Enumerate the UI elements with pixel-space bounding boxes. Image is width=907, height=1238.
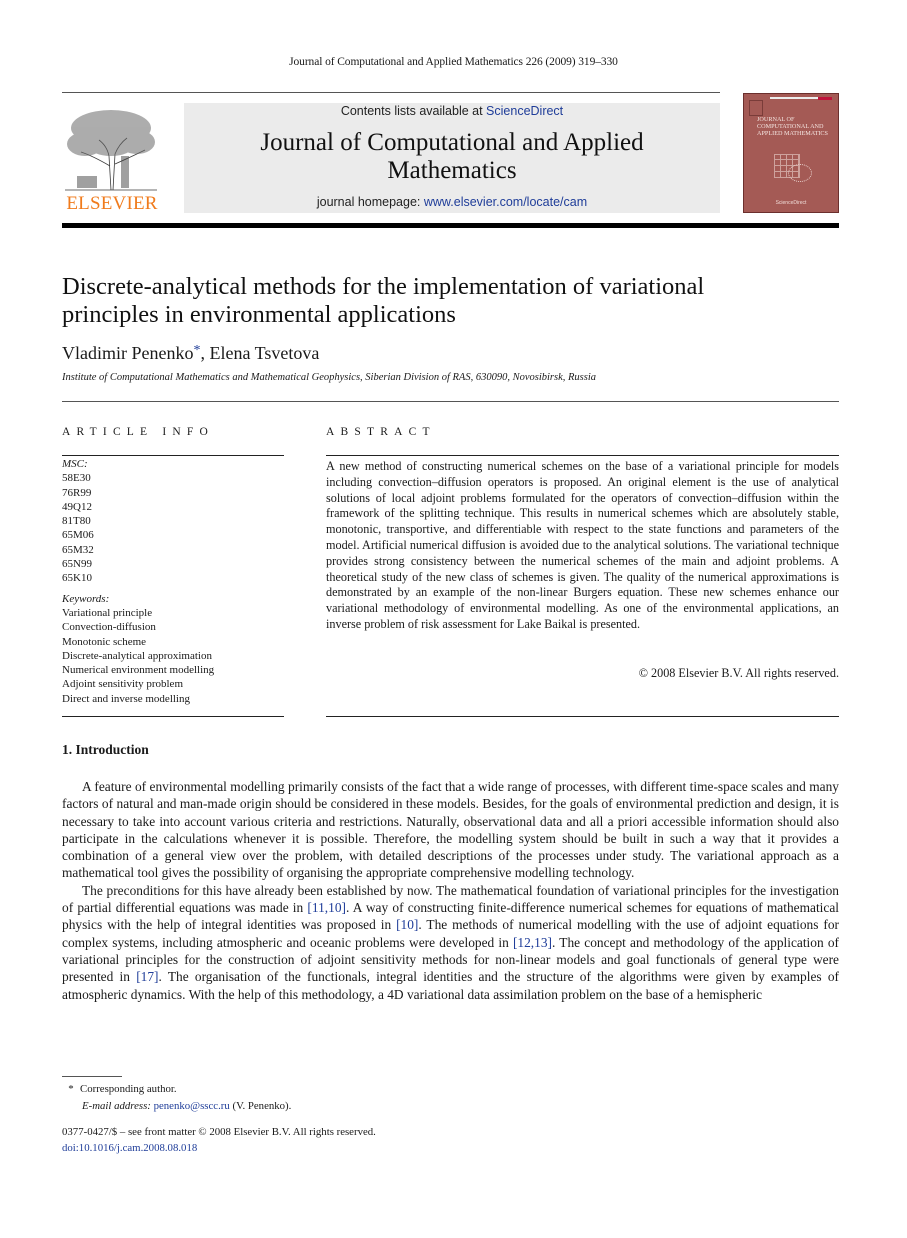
citation-link[interactable]: [11,10] [307, 900, 346, 915]
homepage-prefix: journal homepage: [316, 195, 424, 209]
journal-cover-image[interactable]: JOURNAL OF COMPUTATIONAL AND APPLIED MAT… [743, 93, 839, 213]
cover-elsevier-logo-icon [749, 100, 763, 116]
paragraph: The preconditions for this have already … [62, 882, 839, 1003]
author-list: Vladimir Penenko*, Elena Tsvetova [62, 343, 319, 364]
citation-link[interactable]: [12,13] [513, 935, 552, 950]
msc-code: 76R99 [62, 486, 92, 499]
section-heading-introduction: 1. Introduction [62, 742, 149, 757]
author-penenko[interactable]: Vladimir Penenko [62, 343, 193, 363]
article-info-rule [62, 455, 284, 456]
footnote-rule [62, 1076, 122, 1077]
keyword: Monotonic scheme [62, 635, 147, 648]
author-tsvetova[interactable]: Elena Tsvetova [209, 343, 319, 363]
masthead-top-rule [62, 92, 720, 93]
abstract-copyright: © 2008 Elsevier B.V. All rights reserved… [638, 666, 839, 680]
cover-swirl-icon [788, 164, 812, 182]
msc-code: 65M06 [62, 529, 94, 542]
front-matter-text: 0377-0427/$ – see front matter © 2008 El… [62, 1126, 376, 1138]
sciencedirect-link[interactable]: ScienceDirect [486, 104, 563, 118]
elsevier-tree-logo-icon [63, 106, 159, 192]
elsevier-logo-text[interactable]: ELSEVIER [62, 193, 162, 215]
keyword: Numerical environment modelling [62, 664, 215, 677]
keyword: Variational principle [62, 606, 153, 619]
msc-code: 65N99 [62, 558, 92, 571]
article-title-line2: principles in environmental applications [62, 301, 456, 328]
email-suffix: (V. Penenko). [229, 1100, 292, 1112]
article-title-line1: Discrete-analytical methods for the impl… [62, 273, 705, 300]
keyword: Adjoint sensitivity problem [62, 678, 183, 691]
keyword: Convection-diffusion [62, 621, 156, 634]
msc-code: 65K10 [62, 572, 92, 585]
cover-footer: ScienceDirect [775, 200, 807, 206]
citation-link[interactable]: [10] [396, 917, 418, 932]
keywords-label: Keywords: [62, 592, 110, 605]
contents-line: Contents lists available at ScienceDirec… [184, 104, 720, 118]
article-title: Discrete-analytical methods for the impl… [62, 273, 842, 329]
contents-prefix: Contents lists available at [340, 104, 487, 118]
running-head: Journal of Computational and Applied Mat… [289, 56, 618, 68]
abstract-text: A new method of constructing numerical s… [326, 459, 839, 631]
email-label: E-mail address: [82, 1100, 151, 1112]
article-info-heading: ARTICLE INFO [62, 426, 214, 438]
footnote-email: E-mail address: penenko@sscc.ru (V. Pene… [62, 1098, 291, 1115]
msc-label: MSC: [62, 458, 88, 470]
title-divider [62, 401, 839, 402]
paragraph-text: . The organisation of the functionals, i… [62, 969, 839, 1002]
msc-code: 65M32 [62, 543, 94, 556]
keyword: Direct and inverse modelling [62, 692, 190, 705]
journal-title-line1: Journal of Computational and Applied [260, 129, 644, 156]
abstract-rule [326, 455, 839, 456]
footnote-star: * [68, 1083, 74, 1095]
citation-link[interactable]: [17] [136, 969, 158, 984]
masthead-bottom-rule [62, 223, 839, 228]
article-info-bottom-rule [62, 716, 284, 717]
homepage-line: journal homepage: www.elsevier.com/locat… [184, 195, 720, 209]
abstract-heading: ABSTRACT [326, 426, 436, 438]
journal-title: Journal of Computational and Applied Math… [184, 129, 720, 185]
paragraph: A feature of environmental modelling pri… [62, 779, 839, 881]
cover-accent-bar [818, 97, 832, 100]
footnotes: * Corresponding author. E-mail address: p… [62, 1081, 291, 1115]
msc-code: 49Q12 [62, 500, 92, 513]
introduction-body: A feature of environmental modelling pri… [62, 778, 839, 1003]
keyword: Discrete-analytical approximation [62, 649, 212, 662]
doi-link[interactable]: doi:10.1016/j.cam.2008.08.018 [62, 1140, 376, 1156]
msc-code: 81T80 [62, 515, 91, 528]
journal-title-line2: Mathematics [387, 157, 517, 184]
footnote-corresponding: * Corresponding author. [62, 1081, 291, 1098]
front-matter: 0377-0427/$ – see front matter © 2008 El… [62, 1124, 376, 1156]
footnote-text: Corresponding author. [80, 1083, 177, 1095]
article-info-list: MSC: 58E30 76R99 49Q12 81T80 65M06 65M32… [62, 457, 284, 706]
cover-title: JOURNAL OF COMPUTATIONAL AND APPLIED MAT… [757, 116, 828, 137]
affiliation: Institute of Computational Mathematics a… [62, 372, 596, 383]
email-link[interactable]: penenko@sscc.ru [154, 1100, 230, 1112]
abstract-bottom-rule [326, 716, 839, 717]
msc-code: 58E30 [62, 472, 91, 485]
homepage-link[interactable]: www.elsevier.com/locate/cam [424, 195, 587, 209]
